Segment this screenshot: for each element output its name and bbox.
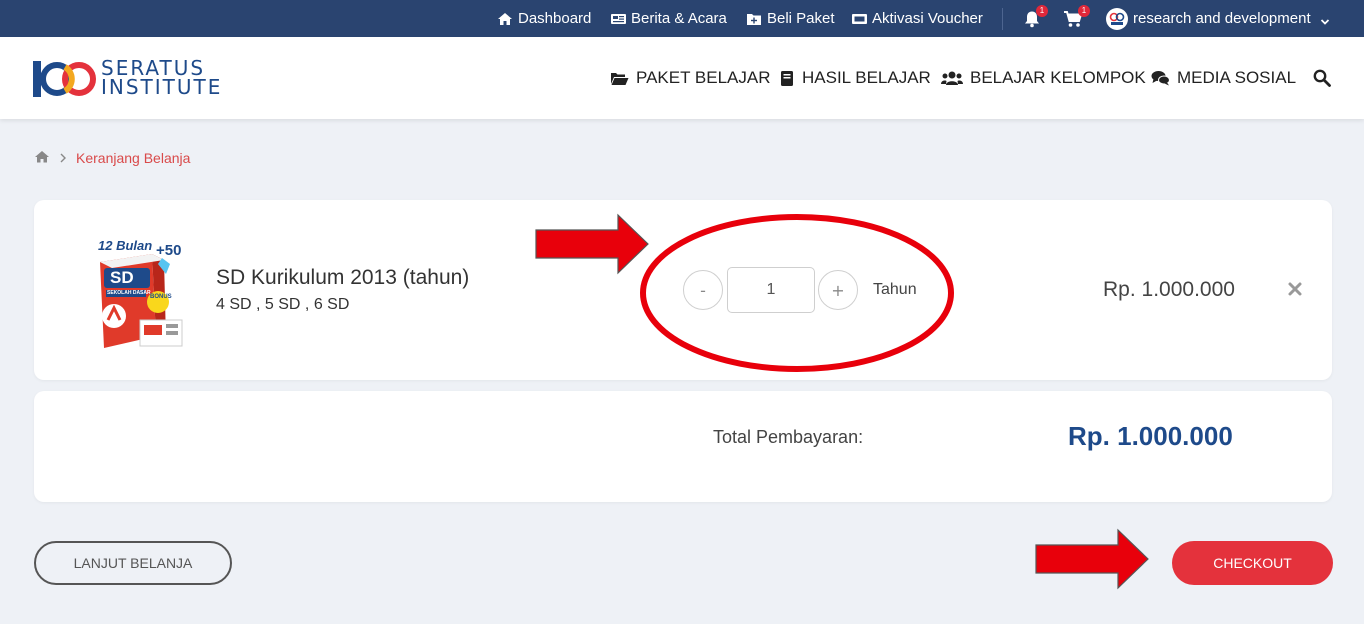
remove-item-button[interactable] xyxy=(1286,281,1304,299)
nav-paket-label: PAKET BELAJAR xyxy=(636,68,771,87)
breadcrumb: Keranjang Belanja xyxy=(34,150,190,166)
ticket-icon xyxy=(851,12,867,26)
bell-icon: 1 xyxy=(1023,4,1048,28)
cart-badge: 1 xyxy=(1078,4,1090,17)
product-image: 12 Bulan +50 SD SEKOLAH DASAR BONUS xyxy=(94,236,190,350)
voucher-label: Aktivasi Voucher xyxy=(872,10,983,27)
box-text-top: 12 Bulan xyxy=(98,238,153,253)
dashboard-link[interactable]: Dashboard xyxy=(497,0,591,37)
folder-plus-icon xyxy=(746,12,762,26)
nav-hasil-belajar[interactable]: HASIL BELAJAR xyxy=(779,65,931,91)
main-header: SERATUS INSTITUTE PAKET BELAJAR HASIL BE… xyxy=(0,37,1364,119)
box-text-bonus: BONUS xyxy=(150,294,172,300)
box-text-num: +50 xyxy=(156,242,182,259)
news-label: Berita & Acara xyxy=(631,10,727,27)
top-bar: Dashboard Berita & Acara Beli Paket Akti… xyxy=(0,0,1364,37)
chevron-down-icon xyxy=(1320,14,1330,25)
nav-belajar-kelompok[interactable]: BELAJAR KELOMPOK xyxy=(941,65,1146,91)
book-icon xyxy=(781,70,793,86)
continue-shopping-button[interactable]: LANJUT BELANJA xyxy=(34,541,232,585)
quantity-decrease-button[interactable]: - xyxy=(683,270,723,310)
users-icon xyxy=(941,71,963,85)
product-levels: 4 SD , 5 SD , 6 SD xyxy=(216,296,350,313)
nav-paket-belajar[interactable]: PAKET BELAJAR xyxy=(610,65,770,91)
folder-open-icon xyxy=(611,72,629,85)
nav-kelompok-label: BELAJAR KELOMPOK xyxy=(970,68,1146,87)
comments-icon xyxy=(1151,71,1170,86)
breadcrumb-home[interactable] xyxy=(34,150,50,166)
home-icon xyxy=(497,12,513,26)
topbar-divider xyxy=(1002,8,1003,30)
box-text-main: SD xyxy=(110,268,134,287)
total-label: Total Pembayaran: xyxy=(713,427,864,447)
close-icon xyxy=(1288,282,1302,296)
notification-badge: 1 xyxy=(1036,4,1048,17)
buy-package-label: Beli Paket xyxy=(767,10,835,27)
quantity-increase-button[interactable]: + xyxy=(818,270,858,310)
nav-sosial-label: MEDIA SOSIAL xyxy=(1177,68,1297,87)
total-value: Rp. 1.000.000 xyxy=(1068,421,1233,451)
nav-hasil-label: HASIL BELAJAR xyxy=(802,68,931,87)
box-text-sub: SEKOLAH DASAR xyxy=(107,290,151,296)
annotation-arrow-checkout-icon xyxy=(1035,528,1149,590)
home-icon xyxy=(35,151,49,163)
voucher-link[interactable]: Aktivasi Voucher xyxy=(851,0,983,37)
item-price: Rp. 1.000.000 xyxy=(1103,278,1235,301)
search-button[interactable] xyxy=(1313,65,1331,91)
logo-line-2: INSTITUTE xyxy=(101,75,223,99)
user-name: research and development xyxy=(1133,10,1311,27)
news-link[interactable]: Berita & Acara xyxy=(610,0,727,37)
breadcrumb-separator-icon xyxy=(60,151,66,166)
buy-package-link[interactable]: Beli Paket xyxy=(746,0,835,37)
seratus-logo[interactable]: SERATUS INSTITUTE xyxy=(33,58,223,99)
logo-mark-icon xyxy=(33,61,96,97)
quantity-unit: Tahun xyxy=(873,281,917,298)
logo-text: SERATUS INSTITUTE xyxy=(101,58,223,99)
quantity-input[interactable] xyxy=(727,267,815,313)
user-avatar xyxy=(1106,7,1128,30)
search-icon xyxy=(1313,69,1331,87)
newspaper-icon xyxy=(610,12,626,26)
checkout-button[interactable]: CHECKOUT xyxy=(1172,541,1333,585)
user-menu[interactable]: research and development xyxy=(1106,0,1330,37)
cart-icon: 1 xyxy=(1063,4,1090,28)
product-name: SD Kurikulum 2013 (tahun) xyxy=(216,266,470,289)
dashboard-label: Dashboard xyxy=(518,10,592,27)
cart-button[interactable]: 1 xyxy=(1063,0,1090,37)
breadcrumb-current: Keranjang Belanja xyxy=(76,150,191,166)
notifications-button[interactable]: 1 xyxy=(1023,0,1048,37)
nav-media-sosial[interactable]: MEDIA SOSIAL xyxy=(1151,65,1296,91)
